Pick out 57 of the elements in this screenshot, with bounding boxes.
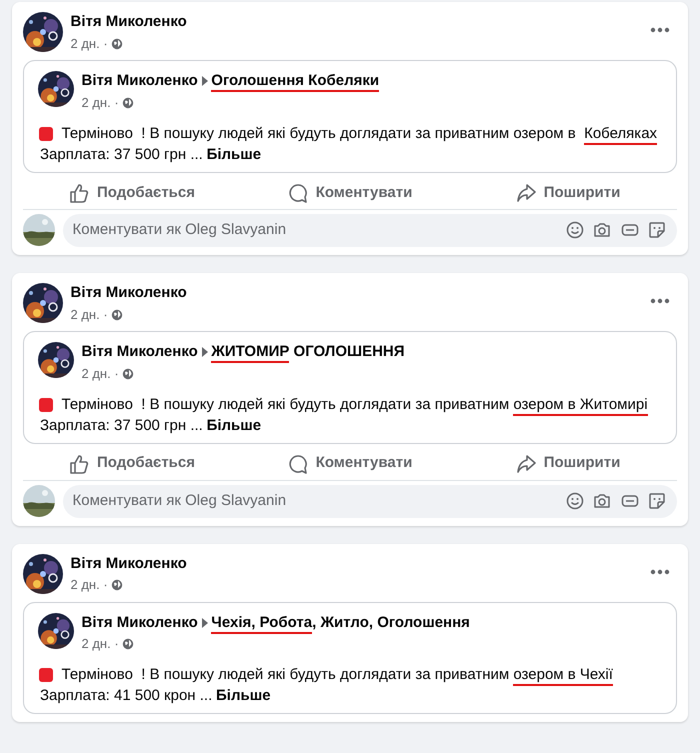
see-more-link[interactable]: Більше [216, 685, 271, 706]
post-text: Терміново ! В пошуку людей які будуть доглядати за приватним озером в Чехії [62, 664, 613, 686]
action-button[interactable]: Поширити [459, 447, 677, 480]
urgent-square-icon [38, 667, 54, 684]
action-button[interactable]: Коментувати [241, 176, 459, 209]
smiley-icon[interactable] [564, 220, 584, 240]
author-name[interactable]: Вітя Миколенко [82, 71, 198, 91]
action-button[interactable]: Коментувати [241, 447, 459, 480]
author-name[interactable]: Вітя Миколенко [70, 282, 650, 303]
caret-icon [202, 618, 208, 628]
post-text: Терміново ! В пошуку людей які будуть доглядати за приватним озером в Житомирі [62, 394, 648, 414]
more-options-icon[interactable] [650, 568, 670, 574]
more-options-icon[interactable] [650, 298, 670, 304]
like-icon [69, 454, 89, 474]
caret-icon [202, 76, 208, 86]
salary-text: Зарплата: 37 500 грн ... [40, 416, 203, 436]
author-name[interactable]: Вітя Миколенко [82, 612, 198, 632]
globe-icon [111, 308, 124, 320]
group-name[interactable]: Чехія, Робота, Житло, Оголошення [211, 612, 470, 632]
urgent-square-icon [38, 396, 54, 412]
globe-icon [122, 96, 134, 109]
post-time[interactable]: 2 дн. · [82, 636, 119, 652]
author-name[interactable]: Вітя Миколенко [70, 12, 650, 32]
globe-icon [111, 579, 124, 592]
comment-field[interactable]: Коментувати як Oleg Slavyanin [62, 214, 677, 247]
post-time[interactable]: 2 дн. · [70, 36, 108, 52]
see-more-link[interactable]: Більше [206, 144, 262, 165]
group-name[interactable]: Оголошення Кобеляки [211, 71, 380, 91]
share-icon [516, 182, 536, 203]
comment-icon [288, 454, 308, 474]
salary-text: Зарплата: 41 500 крон ... [40, 686, 212, 706]
action-button[interactable]: Подобається [23, 176, 241, 209]
comment-icon [288, 182, 308, 203]
smiley-icon[interactable] [564, 491, 584, 511]
globe-icon [111, 38, 124, 50]
post-time[interactable]: 2 дн. · [70, 306, 108, 322]
share-icon [516, 454, 536, 474]
salary-text: Зарплата: 37 500 грн ... [40, 144, 203, 165]
globe-icon [122, 368, 134, 380]
globe-icon [122, 638, 134, 650]
like-icon [69, 182, 89, 203]
post-time[interactable]: 2 дн. · [82, 366, 119, 382]
post-time[interactable]: 2 дн. · [82, 94, 119, 111]
action-button[interactable]: Поширити [459, 176, 677, 209]
author-name[interactable]: Вітя Миколенко [70, 554, 650, 574]
post-time[interactable]: 2 дн. · [70, 577, 108, 594]
group-name[interactable]: ЖИТОМИР ОГОЛОШЕННЯ [211, 342, 405, 362]
see-more-link[interactable]: Більше [206, 414, 262, 436]
more-options-icon[interactable] [650, 27, 670, 33]
sticker-icon[interactable] [647, 220, 667, 240]
post-text: Терміново ! В пошуку людей які будуть доглядати за приватним озером в Кобеляках [62, 122, 658, 144]
action-button[interactable]: Подобається [23, 447, 241, 480]
sticker-icon[interactable] [647, 491, 667, 511]
caret-icon [202, 346, 208, 357]
urgent-square-icon [38, 126, 54, 142]
author-name[interactable]: Вітя Миколенко [82, 342, 198, 362]
comment-field[interactable]: Коментувати як Oleg Slavyanin [62, 484, 677, 518]
